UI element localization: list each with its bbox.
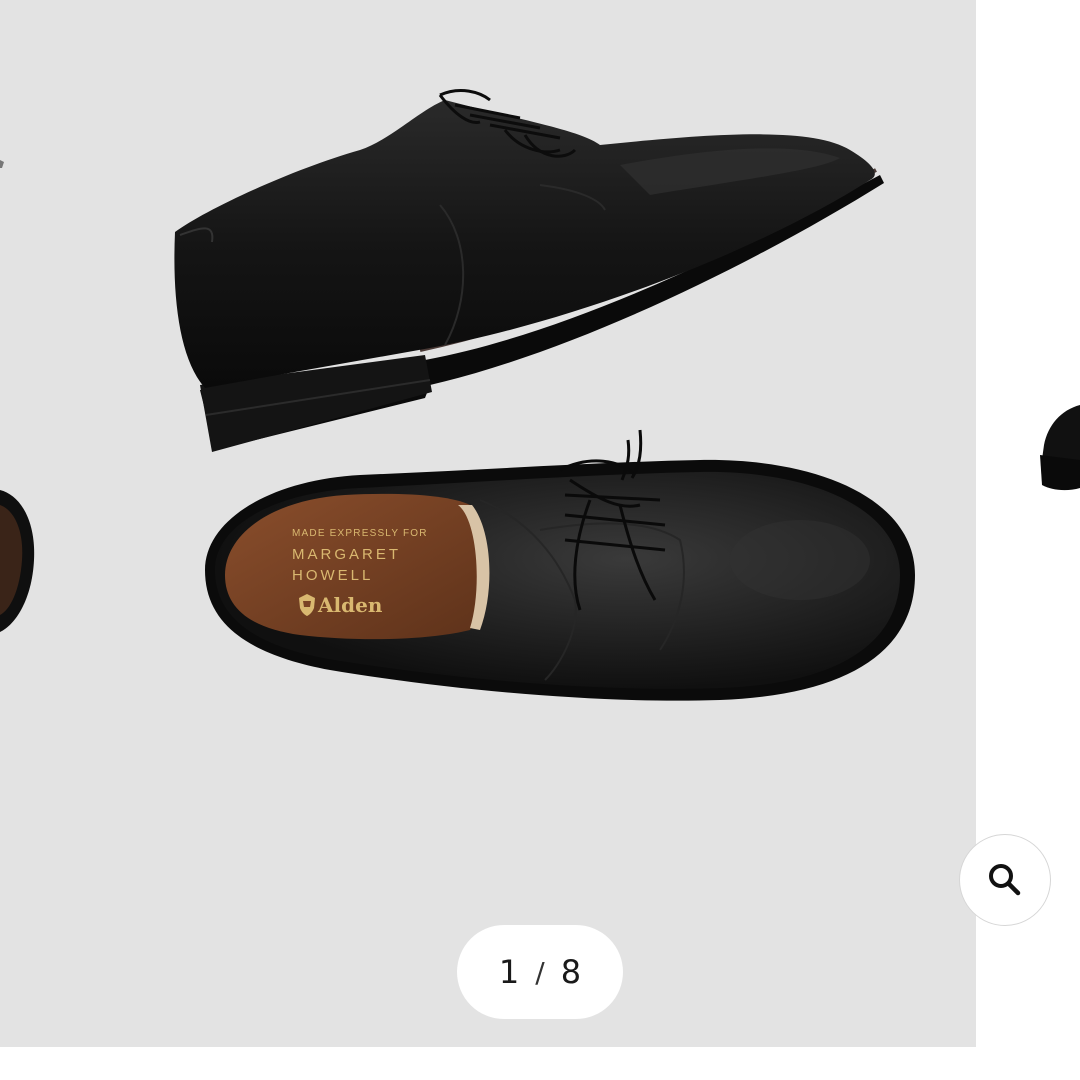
slide-counter: 1 / 8: [457, 925, 623, 1019]
insole-text-line2: MARGARET: [292, 546, 402, 563]
next-shoe-partial: [1040, 405, 1080, 491]
search-icon: [989, 864, 1021, 896]
total-slides-number: 8: [560, 953, 582, 991]
zoom-button[interactable]: [959, 834, 1051, 926]
shoe-side-view: [174, 89, 884, 452]
partial-shoe-left: [0, 160, 35, 632]
current-slide-number: 1: [498, 953, 520, 991]
insole-text-line1: MADE EXPRESSLY FOR: [292, 528, 428, 539]
shoe-top-view: [205, 429, 915, 701]
insole-text-line3: HOWELL: [292, 567, 374, 584]
product-photo-shoes: [0, 89, 915, 701]
counter-separator: /: [535, 955, 545, 989]
insole-brand-logo: Alden: [318, 593, 383, 617]
crest-icon: [299, 594, 315, 616]
image-carousel[interactable]: MADE EXPRESSLY FOR MARGARET HOWELL Alden…: [0, 0, 1080, 1080]
product-image-slide[interactable]: MADE EXPRESSLY FOR MARGARET HOWELL Alden: [0, 0, 976, 1047]
